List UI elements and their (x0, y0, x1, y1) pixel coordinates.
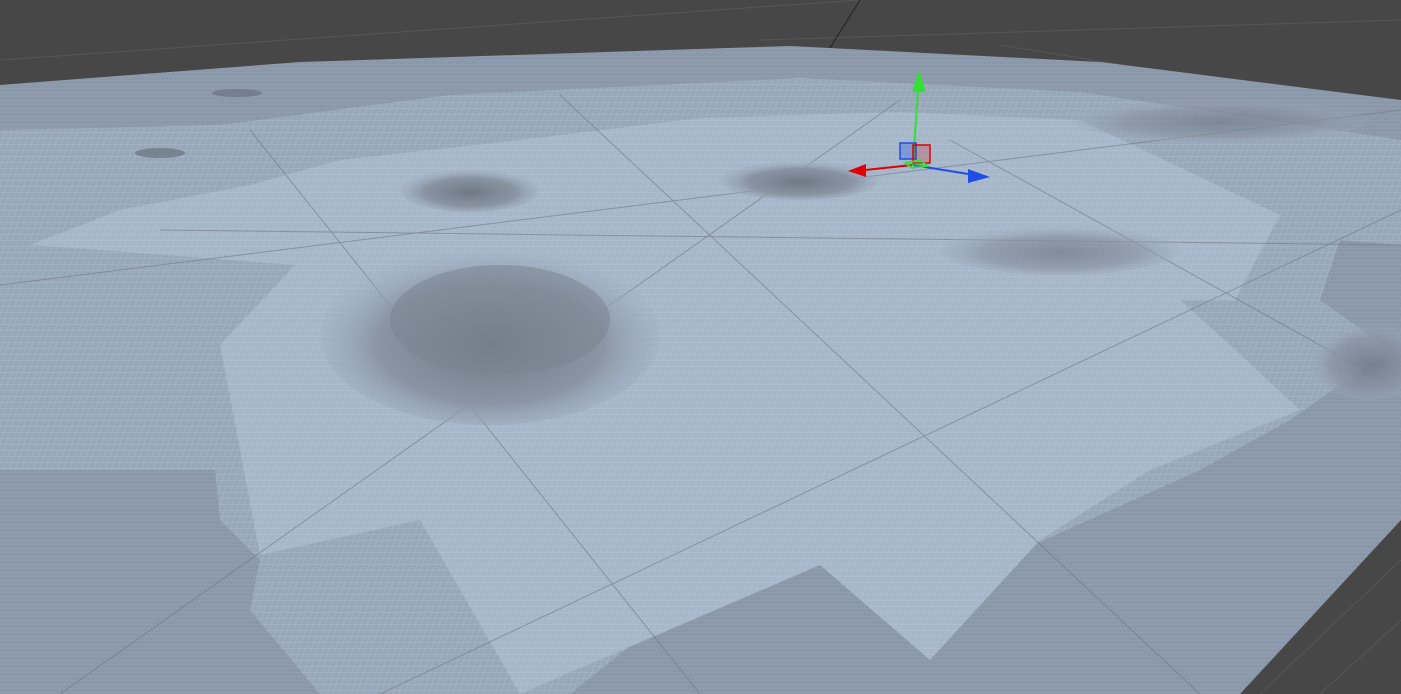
move-gizmo-icon[interactable] (0, 0, 1401, 694)
x-axis-handle-icon[interactable] (848, 164, 913, 177)
z-axis-handle-icon[interactable] (912, 164, 990, 183)
scene-viewport[interactable] (0, 0, 1401, 694)
plane-handles-icon[interactable] (899, 142, 931, 169)
